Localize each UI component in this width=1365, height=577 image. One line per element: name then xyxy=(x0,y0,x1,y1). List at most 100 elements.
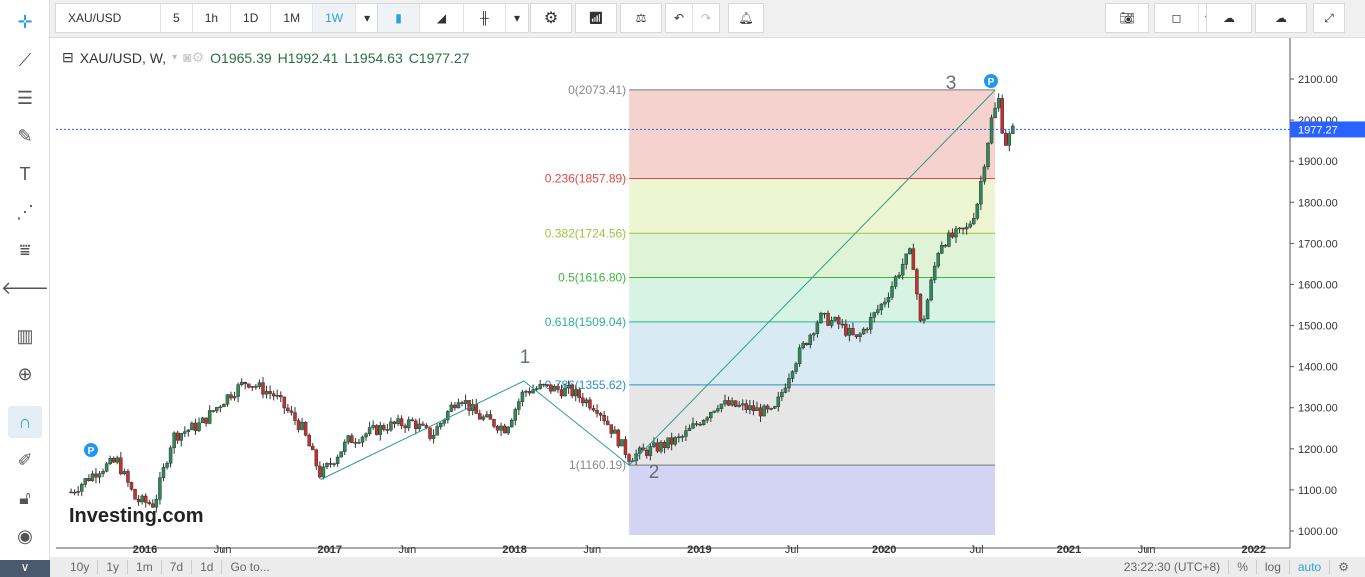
candle-body xyxy=(478,413,482,420)
range-1m[interactable]: 1m xyxy=(128,560,162,574)
candle-body xyxy=(346,435,351,443)
save-cloud-button[interactable]: ☁ xyxy=(1255,3,1307,33)
redo-icon[interactable]: ↷ xyxy=(693,4,719,32)
gear-icon[interactable]: ⚙ xyxy=(1330,560,1357,574)
range-1d[interactable]: 1d xyxy=(192,560,223,574)
candle-body xyxy=(940,245,944,254)
candle-body xyxy=(588,399,592,409)
percent-toggle[interactable]: % xyxy=(1229,560,1257,574)
candle-body xyxy=(200,417,205,424)
candle-body xyxy=(232,396,237,399)
alert-button[interactable]: 🔔︎ xyxy=(728,3,764,33)
dropdown-icon[interactable]: ▾ xyxy=(172,52,177,63)
candle-body xyxy=(765,405,770,410)
candle-body xyxy=(360,436,365,443)
candle-body xyxy=(620,439,624,447)
candle-body xyxy=(769,408,773,410)
text-icon[interactable]: T xyxy=(8,158,42,190)
candle-body xyxy=(449,404,454,412)
candle-body xyxy=(183,431,187,434)
zoom-icon[interactable]: ⊕ xyxy=(8,358,42,390)
candle-body xyxy=(911,248,916,270)
candle-body xyxy=(598,413,603,416)
candle-body xyxy=(925,299,930,320)
legend-settings-icon[interactable]: ◙⚙ xyxy=(183,49,204,66)
candle-body xyxy=(904,253,908,265)
candle-body xyxy=(488,414,493,420)
candle-body xyxy=(236,384,240,397)
candles-icon[interactable]: ▮ xyxy=(378,4,420,32)
lock-icon[interactable]: 🔓︎ xyxy=(8,482,42,514)
interval-1w[interactable]: 1W xyxy=(313,4,357,32)
range-1y[interactable]: 1y xyxy=(98,560,129,574)
interval-5[interactable]: 5 xyxy=(161,4,193,32)
trend-line-icon[interactable]: ⟋ xyxy=(8,44,42,76)
interval-1d[interactable]: 1D xyxy=(231,4,272,32)
goto-button[interactable]: Go to... xyxy=(222,560,277,574)
candle-body xyxy=(968,223,972,228)
log-toggle[interactable]: log xyxy=(1257,560,1290,574)
candle-body xyxy=(584,399,589,404)
bars-icon[interactable]: ╫ xyxy=(464,4,506,32)
candle-body xyxy=(531,389,535,394)
fib-tool-icon[interactable]: ⩸ xyxy=(8,234,42,266)
area-chart-icon[interactable]: ◢ xyxy=(420,4,464,32)
price-chart[interactable]: 0(2073.41) 0.236(1857.89) 0.382(1724.56) 0.… xyxy=(56,38,1365,557)
range-7d[interactable]: 7d xyxy=(162,560,193,574)
brush-icon[interactable]: ✎ xyxy=(8,120,42,152)
candle-body xyxy=(94,473,98,478)
candle-body xyxy=(886,297,891,303)
auto-toggle[interactable]: auto xyxy=(1290,560,1331,574)
range-10y[interactable]: 10y xyxy=(62,560,99,574)
interval-dropdown-icon[interactable]: ▾ xyxy=(356,4,378,32)
collapse-toolbar-button[interactable]: ∨ xyxy=(0,560,50,577)
candle-body xyxy=(211,410,215,412)
load-cloud-button[interactable]: ☁ xyxy=(1206,3,1252,33)
candle-body xyxy=(69,491,73,494)
snapshot-button[interactable]: 📷︎ xyxy=(1105,3,1149,33)
compare-button[interactable]: ⚖ xyxy=(620,3,662,33)
candle-body xyxy=(687,427,692,432)
candle-body xyxy=(591,407,596,411)
fib-level-label: 1(1160.19) xyxy=(569,458,626,472)
indicators-button[interactable]: 📶︎ xyxy=(575,3,617,33)
price-tick-label: 1500.00 xyxy=(1298,321,1338,333)
magnet-icon[interactable]: ∩ xyxy=(8,406,42,438)
collapse-legend-icon[interactable]: ⊟ xyxy=(62,49,74,66)
candle-body xyxy=(264,391,269,395)
candle-body xyxy=(957,227,962,230)
interval-1m[interactable]: 1M xyxy=(271,4,314,32)
chart-type-group: ▮ ◢ ╫ ▾ xyxy=(377,3,530,33)
candle-body xyxy=(279,394,283,398)
indicators-icon[interactable]: ▥ xyxy=(8,320,42,352)
interval-1h[interactable]: 1h xyxy=(193,4,232,32)
candle-body xyxy=(357,442,361,444)
chart-type-dropdown-icon[interactable]: ▾ xyxy=(506,4,528,32)
fullscreen-button[interactable]: ⤢ xyxy=(1313,3,1345,33)
horizontal-lines-icon[interactable]: ☰ xyxy=(8,82,42,114)
candle-body xyxy=(726,400,731,406)
pattern-icon[interactable]: ⋰ xyxy=(8,196,42,228)
symbol-input[interactable]: XAU/USD xyxy=(56,4,161,32)
candle-body xyxy=(829,320,834,326)
lock-drawing-icon[interactable]: ✐ xyxy=(8,444,42,476)
time-tick-label: 2017 xyxy=(318,544,342,556)
settings-button[interactable]: ⚙ xyxy=(530,3,572,33)
drawing-toolbar: ✛ ⟋ ☰ ✎ T ⋰ ⩸ 🡐 ▥ ⊕ ∩ ✐ 🔓︎ ◉ xyxy=(0,0,50,577)
fib-level-label: 0.382(1724.56) xyxy=(545,226,626,240)
crosshair-icon[interactable]: ✛ xyxy=(8,6,42,38)
candle-body xyxy=(506,426,510,434)
candle-body xyxy=(378,425,383,435)
interval-group: XAU/USD 5 1h 1D 1M 1W ▾ xyxy=(55,3,380,33)
candle-body xyxy=(97,473,102,478)
undo-icon[interactable]: ↶ xyxy=(666,4,694,32)
candle-body xyxy=(300,421,304,430)
candle-body xyxy=(552,385,557,392)
time-tick-label: 2021 xyxy=(1057,544,1081,556)
back-arrow-icon[interactable]: 🡐 xyxy=(1,272,49,304)
candle-body xyxy=(250,386,255,388)
eye-icon[interactable]: ◉ xyxy=(8,520,42,552)
pivot-marker-label: P xyxy=(988,77,995,88)
close-value: C1977.27 xyxy=(408,49,470,66)
candle-body xyxy=(719,403,724,409)
